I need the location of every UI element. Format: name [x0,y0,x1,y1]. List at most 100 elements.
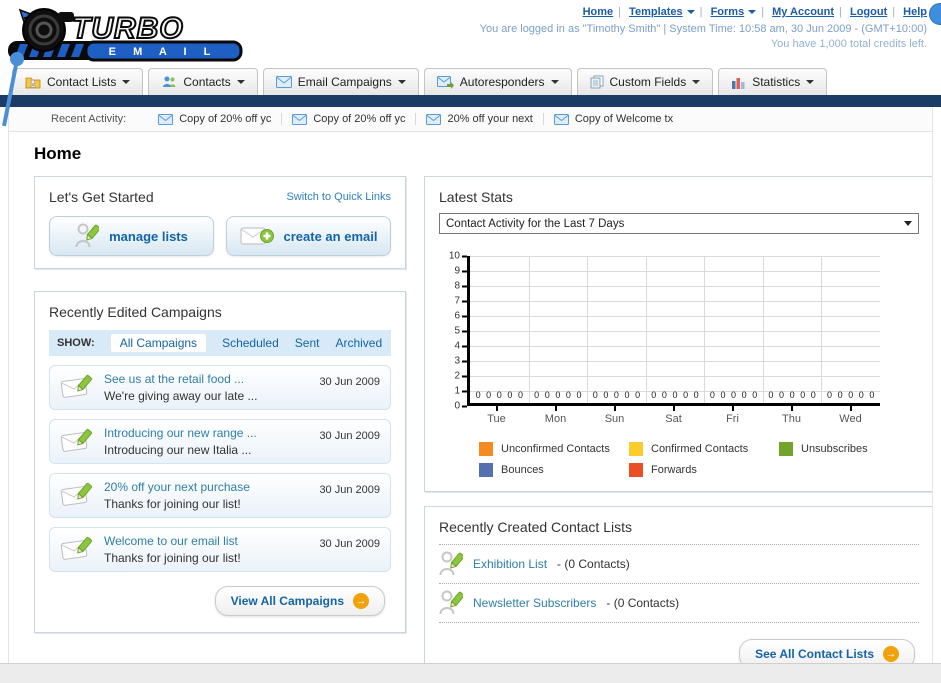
nav-separator [618,6,621,18]
legend-item: Unsubscribes [779,442,919,456]
campaign-edit-icon [60,428,92,452]
nav-forms-link[interactable]: Forms [711,6,757,18]
chart-y-axis: 0 1 2 3 4 5 6 7 8 9 10 [441,251,467,412]
page-footer-strip [0,663,941,683]
create-email-button[interactable]: create an email [226,216,391,256]
envelope-icon [292,113,308,125]
nav-home-link[interactable]: Home [583,6,614,18]
legend-swatch [629,442,643,456]
main-menu-tabbar: Contact Lists Contacts Email Campaigns A… [0,66,941,95]
create-email-icon [240,227,274,245]
turbo-email-logo: E M A I L TURBO [6,4,246,69]
tab-label: Autoresponders [459,75,545,89]
arrow-circle-icon: → [353,593,369,609]
recent-activity-item[interactable]: Copy of 20% off yc [148,113,283,125]
tab-contact-lists[interactable]: Contact Lists [12,68,144,95]
tab-label: Contacts [183,75,231,89]
campaign-edit-icon [60,482,92,506]
chevron-down-icon [806,80,815,84]
tab-custom-fields[interactable]: Custom Fields [576,68,714,95]
stats-period-select[interactable]: Contact Activity for the Last 7 Days [439,213,919,234]
campaign-title[interactable]: Welcome to our email list [104,534,309,548]
campaign-title[interactable]: See us at the retail food ... [104,372,309,386]
chevron-down-icon [397,80,406,84]
campaign-subtitle: Thanks for joining our list! [104,497,241,511]
campaign-date: 30 Jun 2009 [319,538,380,550]
contact-list-edit-icon [439,590,463,615]
recently-edited-campaigns-panel: Recently Edited Campaigns SHOW: All Camp… [34,291,406,633]
top-nav: Home Templates Forms My Account Logout H… [480,6,927,18]
chevron-down-icon [122,80,131,84]
campaign-row[interactable]: Introducing our new range ... Introducin… [49,419,391,464]
filter-all-campaigns[interactable]: All Campaigns [110,334,207,352]
campaign-subtitle: We're giving away our late ... [104,389,258,403]
legend-swatch [779,442,793,456]
logo-turbo-text: TURBO [72,12,184,45]
nav-my-account-link[interactable]: My Account [772,6,834,18]
campaign-title[interactable]: 20% off your next purchase [104,480,309,494]
contact-list-row[interactable]: Exhibition List - (0 Contacts) [439,545,919,584]
campaign-row[interactable]: 20% off your next purchase Thanks for jo… [49,473,391,518]
get-started-title: Let's Get Started [49,189,154,205]
campaign-subtitle: Introducing our new Italia ... [104,443,252,457]
contact-list-name[interactable]: Exhibition List [473,557,547,571]
filter-scheduled[interactable]: Scheduled [222,336,279,350]
recent-activity-item[interactable]: 20% off your next [416,113,544,125]
campaigns-panel-title: Recently Edited Campaigns [49,304,222,320]
email-campaigns-icon [275,76,292,88]
latest-stats-title: Latest Stats [439,189,513,205]
custom-fields-icon [590,75,604,89]
tab-contacts[interactable]: Contacts [148,68,258,95]
chevron-down-icon [686,10,695,15]
page-body: Recent Activity: Copy of 20% off yc Copy… [8,107,933,663]
legend-swatch [479,442,493,456]
legend-swatch [629,463,643,477]
contact-list-name[interactable]: Newsletter Subscribers [473,596,596,610]
tab-autoresponders[interactable]: Autoresponders [423,68,572,95]
tab-label: Statistics [752,75,801,89]
nav-help-link[interactable]: Help [903,6,927,18]
tab-label: Email Campaigns [297,75,392,89]
chart-x-axis: Tue Mon Sun Sat Fri Thu Wed [467,406,880,430]
campaign-row[interactable]: Welcome to our email list Thanks for joi… [49,527,391,572]
autoresponders-icon [436,75,454,89]
tab-email-campaigns[interactable]: Email Campaigns [262,68,419,95]
chevron-down-icon [236,80,245,84]
contact-list-count: - (0 Contacts) [557,557,630,571]
switch-quick-links-link[interactable]: Switch to Quick Links [286,191,391,203]
nav-templates-link[interactable]: Templates [629,6,695,18]
campaign-row[interactable]: See us at the retail food ... We're givi… [49,365,391,410]
contact-activity-chart: 0 1 2 3 4 5 6 7 8 9 10 000000000000000000000000000… [441,251,919,430]
recent-activity-item[interactable]: Copy of Welcome tx [544,113,683,125]
recent-activity-bar: Recent Activity: Copy of 20% off yc Copy… [9,107,932,132]
chart-plot: 00000000000000000000000000000000000 [467,256,880,406]
see-all-contact-lists-button[interactable]: See All Contact Lists → [739,639,915,663]
chevron-down-icon [550,80,559,84]
campaign-title[interactable]: Introducing our new range ... [104,426,309,440]
campaign-filter-bar: SHOW: All Campaigns Scheduled Sent Archi… [49,330,391,356]
nav-logout-link[interactable]: Logout [850,6,887,18]
help-bubble-icon[interactable] [929,3,941,25]
view-all-campaigns-button[interactable]: View All Campaigns → [214,586,385,616]
recently-created-lists-panel: Recently Created Contact Lists Exhibitio… [424,506,932,663]
contact-lists-icon [25,77,41,89]
filter-sent[interactable]: Sent [295,336,320,350]
header: E M A I L TURBO Home Templates Forms My … [0,0,941,66]
campaign-date: 30 Jun 2009 [319,484,380,496]
legend-swatch [479,463,493,477]
tab-statistics[interactable]: Statistics [718,68,828,95]
recent-activity-label: Recent Activity: [51,113,127,125]
recent-activity-item[interactable]: Copy of 20% off yc [282,113,417,125]
filter-archived[interactable]: Archived [335,336,382,350]
manage-lists-icon [75,223,100,248]
latest-stats-panel: Latest Stats Contact Activity for the La… [424,176,932,492]
nav-separator [700,6,703,18]
manage-lists-button[interactable]: manage lists [49,216,214,256]
campaign-subtitle: Thanks for joining our list! [104,551,241,565]
contact-list-row[interactable]: Newsletter Subscribers - (0 Contacts) [439,584,919,623]
nav-separator [839,6,842,18]
contacts-icon [163,76,176,87]
envelope-icon [426,113,442,125]
contact-list-count: - (0 Contacts) [606,596,680,610]
nav-separator [761,6,764,18]
